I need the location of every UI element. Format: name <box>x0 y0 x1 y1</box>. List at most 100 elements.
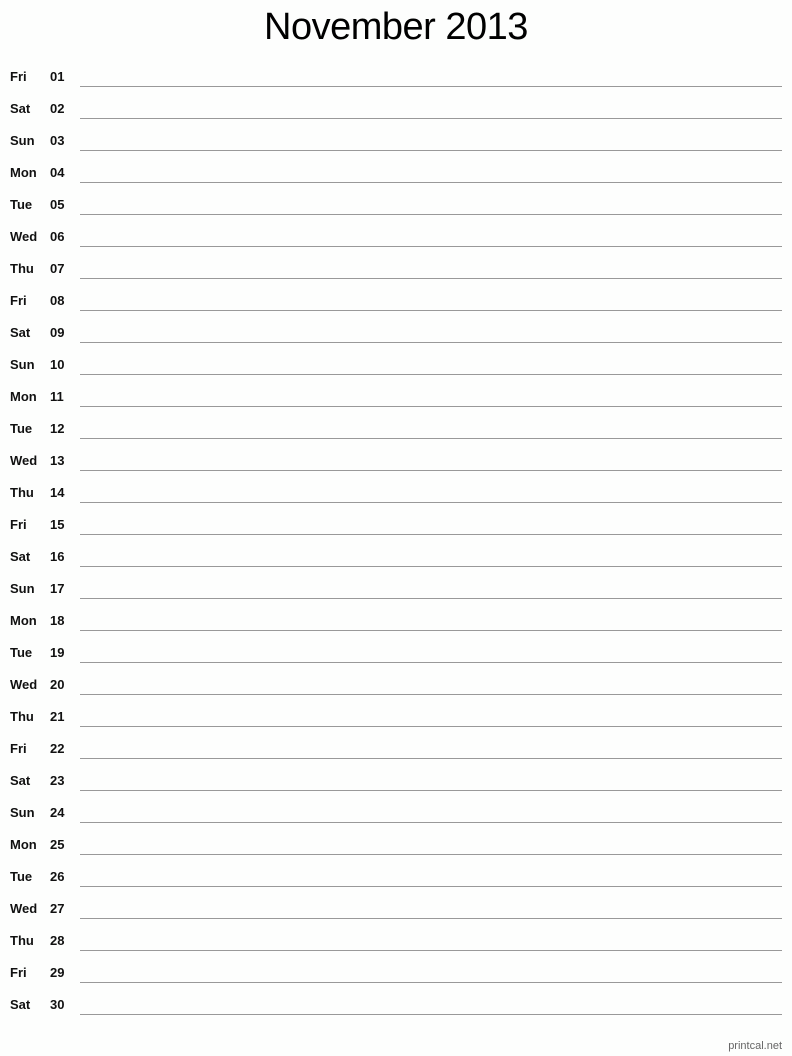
writing-line[interactable] <box>80 598 782 599</box>
writing-line[interactable] <box>80 918 782 919</box>
day-number: 05 <box>50 197 65 212</box>
day-number: 29 <box>50 965 65 980</box>
writing-line[interactable] <box>80 694 782 695</box>
day-number: 24 <box>50 805 65 820</box>
writing-line[interactable] <box>80 790 782 791</box>
weekday-label: Mon <box>10 165 37 180</box>
day-number: 14 <box>50 485 65 500</box>
writing-line[interactable] <box>80 182 782 183</box>
writing-line[interactable] <box>80 726 782 727</box>
weekday-label: Fri <box>10 69 27 84</box>
day-row: Sat 16 <box>0 544 792 576</box>
writing-line[interactable] <box>80 854 782 855</box>
weekday-label: Wed <box>10 677 38 692</box>
day-row: Sun 24 <box>0 800 792 832</box>
day-row: Wed 27 <box>0 896 792 928</box>
day-number: 16 <box>50 549 65 564</box>
day-row: Thu 28 <box>0 928 792 960</box>
day-number: 30 <box>50 997 65 1012</box>
writing-line[interactable] <box>80 310 782 311</box>
day-row: Tue 12 <box>0 416 792 448</box>
day-row: Tue 05 <box>0 192 792 224</box>
day-number: 08 <box>50 293 65 308</box>
day-number: 12 <box>50 421 65 436</box>
weekday-label: Fri <box>10 517 27 532</box>
weekday-label: Thu <box>10 261 34 276</box>
day-number: 27 <box>50 901 65 916</box>
writing-line[interactable] <box>80 502 782 503</box>
weekday-label: Sun <box>10 357 35 372</box>
writing-line[interactable] <box>80 982 782 983</box>
writing-line[interactable] <box>80 214 782 215</box>
writing-line[interactable] <box>80 630 782 631</box>
day-number: 28 <box>50 933 65 948</box>
day-number: 15 <box>50 517 65 532</box>
day-row: Thu 07 <box>0 256 792 288</box>
day-number: 13 <box>50 453 65 468</box>
day-number: 17 <box>50 581 65 596</box>
weekday-label: Sat <box>10 549 31 564</box>
weekday-label: Thu <box>10 709 34 724</box>
weekday-label: Sat <box>10 325 31 340</box>
writing-line[interactable] <box>80 886 782 887</box>
footer-credit: printcal.net <box>728 1040 782 1052</box>
day-row: Thu 21 <box>0 704 792 736</box>
weekday-label: Sun <box>10 805 35 820</box>
writing-line[interactable] <box>80 278 782 279</box>
day-row: Mon 11 <box>0 384 792 416</box>
writing-line[interactable] <box>80 566 782 567</box>
day-row: Fri 01 <box>0 64 792 96</box>
weekday-label: Sun <box>10 133 35 148</box>
weekday-label: Tue <box>10 197 33 212</box>
day-number: 23 <box>50 773 65 788</box>
day-number: 19 <box>50 645 65 660</box>
weekday-label: Fri <box>10 293 27 308</box>
page-title: November 2013 <box>264 6 528 48</box>
writing-line[interactable] <box>80 758 782 759</box>
weekday-label: Tue <box>10 421 33 436</box>
day-row: Tue 26 <box>0 864 792 896</box>
day-row: Fri 29 <box>0 960 792 992</box>
day-row: Mon 18 <box>0 608 792 640</box>
day-number: 18 <box>50 613 65 628</box>
day-number: 20 <box>50 677 65 692</box>
weekday-label: Sat <box>10 773 31 788</box>
day-number: 04 <box>50 165 65 180</box>
writing-line[interactable] <box>80 1014 782 1015</box>
writing-line[interactable] <box>80 470 782 471</box>
writing-line[interactable] <box>80 822 782 823</box>
day-number: 21 <box>50 709 65 724</box>
day-list: Fri 01 Sat 02 Sun 03 Mon 04 Tue 05 Wed 06 Thu 07 Fri 08… <box>0 64 792 1024</box>
weekday-label: Sat <box>10 101 31 116</box>
weekday-label: Sun <box>10 581 35 596</box>
weekday-label: Fri <box>10 741 27 756</box>
writing-line[interactable] <box>80 246 782 247</box>
weekday-label: Mon <box>10 613 37 628</box>
weekday-label: Wed <box>10 453 38 468</box>
day-row: Fri 08 <box>0 288 792 320</box>
writing-line[interactable] <box>80 406 782 407</box>
writing-line[interactable] <box>80 374 782 375</box>
writing-line[interactable] <box>80 950 782 951</box>
writing-line[interactable] <box>80 662 782 663</box>
writing-line[interactable] <box>80 534 782 535</box>
day-row: Wed 06 <box>0 224 792 256</box>
day-row: Mon 04 <box>0 160 792 192</box>
weekday-label: Wed <box>10 229 38 244</box>
day-number: 10 <box>50 357 65 372</box>
day-row: Tue 19 <box>0 640 792 672</box>
day-number: 02 <box>50 101 65 116</box>
writing-line[interactable] <box>80 438 782 439</box>
day-number: 26 <box>50 869 65 884</box>
day-number: 22 <box>50 741 65 756</box>
weekday-label: Mon <box>10 389 37 404</box>
day-number: 07 <box>50 261 65 276</box>
day-row: Sat 30 <box>0 992 792 1024</box>
writing-line[interactable] <box>80 118 782 119</box>
writing-line[interactable] <box>80 150 782 151</box>
writing-line[interactable] <box>80 342 782 343</box>
weekday-label: Thu <box>10 933 34 948</box>
writing-line[interactable] <box>80 86 782 87</box>
weekday-label: Fri <box>10 965 27 980</box>
day-row: Sat 23 <box>0 768 792 800</box>
